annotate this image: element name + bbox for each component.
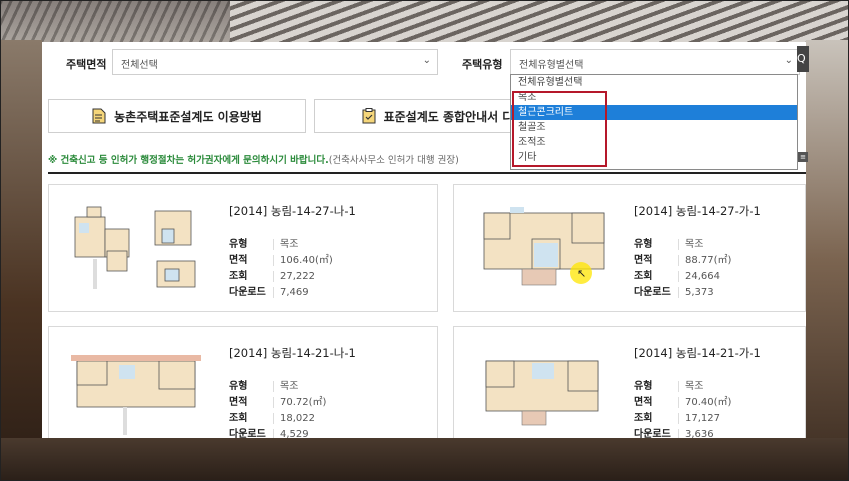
divider <box>48 172 806 174</box>
area-select[interactable]: 전체선택 ⌄ <box>112 49 438 75</box>
type-select[interactable]: 전체유형별선택 ⌄ <box>510 49 800 75</box>
plan-type: 유형 목조 <box>634 239 704 250</box>
plan-downloads: 다운로드 4,529 <box>229 429 309 438</box>
plan-title[interactable]: [2014] 농림-14-21-가-1 <box>634 345 761 361</box>
plan-card[interactable]: [2014] 농림-14-21-가-1 유형 목조 면적 70.40(㎡) 조회 17… <box>453 326 806 438</box>
plan-downloads: 다운로드 3,636 <box>634 429 714 438</box>
menu-icon[interactable]: ≡ <box>798 152 808 162</box>
plan-title[interactable]: [2014] 농림-14-27-가-1 <box>634 203 761 219</box>
plan-card[interactable]: [2014] 농림-14-27-가-1 유형 목조 면적 88.77(㎡) 조회 24… <box>453 184 806 312</box>
plan-area: 면적 70.40(㎡) <box>634 397 732 408</box>
area-filter-label: 주택면적 <box>66 58 107 71</box>
overview-button-label: 표준설계도 종합안내서 다운 <box>383 109 525 124</box>
plan-title[interactable]: [2014] 농림-14-21-나-1 <box>229 345 356 361</box>
dropdown-option[interactable]: 전체유형별선택 <box>511 75 797 90</box>
background-roof <box>230 0 849 45</box>
type-filter-label: 주택유형 <box>462 58 503 71</box>
guide-button[interactable]: 농촌주택표준설계도 이용방법 <box>48 99 306 133</box>
plan-views: 조회 17,127 <box>634 413 720 424</box>
chevron-down-icon: ⌄ <box>784 55 793 66</box>
plan-views: 조회 18,022 <box>229 413 315 424</box>
plan-area: 면적 70.72(㎡) <box>229 397 327 408</box>
background-left <box>0 40 42 480</box>
dropdown-option[interactable]: 철골조 <box>511 120 797 135</box>
document-icon <box>92 108 106 124</box>
plan-area: 면적 88.77(㎡) <box>634 255 732 266</box>
dropdown-option[interactable]: 목조 <box>511 90 797 105</box>
plan-downloads: 다운로드 5,373 <box>634 287 714 298</box>
search-icon[interactable]: Q <box>797 46 809 72</box>
plan-downloads: 다운로드 7,469 <box>229 287 309 298</box>
pointer-icon: ↖ <box>577 267 587 280</box>
content-panel: 주택면적 전체선택 ⌄ 주택유형 전체유형별선택 ⌄ 농촌주택표준설계도 이용방… <box>42 42 806 438</box>
dropdown-option[interactable]: 기타 <box>511 150 797 165</box>
plan-views: 조회 24,664 <box>634 271 720 282</box>
clipboard-icon <box>362 108 376 124</box>
floor-plan-thumbnail <box>483 207 605 286</box>
plan-card[interactable]: [2014] 농림-14-27-나-1 유형 목조 면적 106.40(㎡) 조회 2… <box>48 184 438 312</box>
background-floor <box>0 438 849 481</box>
plan-title[interactable]: [2014] 농림-14-27-나-1 <box>229 203 356 219</box>
chevron-down-icon: ⌄ <box>422 55 431 66</box>
area-select-value: 전체선택 <box>121 60 158 71</box>
floor-plan-thumbnail <box>71 355 201 435</box>
plan-type: 유형 목조 <box>229 381 299 392</box>
dropdown-option[interactable]: 조적조 <box>511 135 797 150</box>
notice-sub: (건축사사무소 인허가 대행 권장) <box>328 155 459 166</box>
type-select-value: 전체유형별선택 <box>519 60 584 71</box>
dropdown-option-selected[interactable]: 철근콘크리트 <box>511 105 797 120</box>
plan-card[interactable]: [2014] 농림-14-21-나-1 유형 목조 면적 70.72(㎡) 조회 18… <box>48 326 438 438</box>
mouse-cursor: ↖ <box>570 262 592 284</box>
type-dropdown-list: 전체유형별선택 목조 철근콘크리트 철골조 조적조 기타 <box>510 74 798 170</box>
floor-plan-thumbnail <box>485 360 599 426</box>
guide-button-label: 농촌주택표준설계도 이용방법 <box>114 109 262 124</box>
floor-plan-thumbnail <box>74 206 196 289</box>
plan-type: 유형 목조 <box>229 239 299 250</box>
permit-notice: ※ 건축신고 등 인허가 행정절차는 허가권자에게 문의하시기 바랍니다.(건축… <box>48 152 459 166</box>
plan-views: 조회 27,222 <box>229 271 315 282</box>
plan-type: 유형 목조 <box>634 381 704 392</box>
plan-area: 면적 106.40(㎡) <box>229 255 333 266</box>
notice-main: ※ 건축신고 등 인허가 행정절차는 허가권자에게 문의하시기 바랍니다. <box>48 155 329 166</box>
background-right <box>806 40 849 480</box>
